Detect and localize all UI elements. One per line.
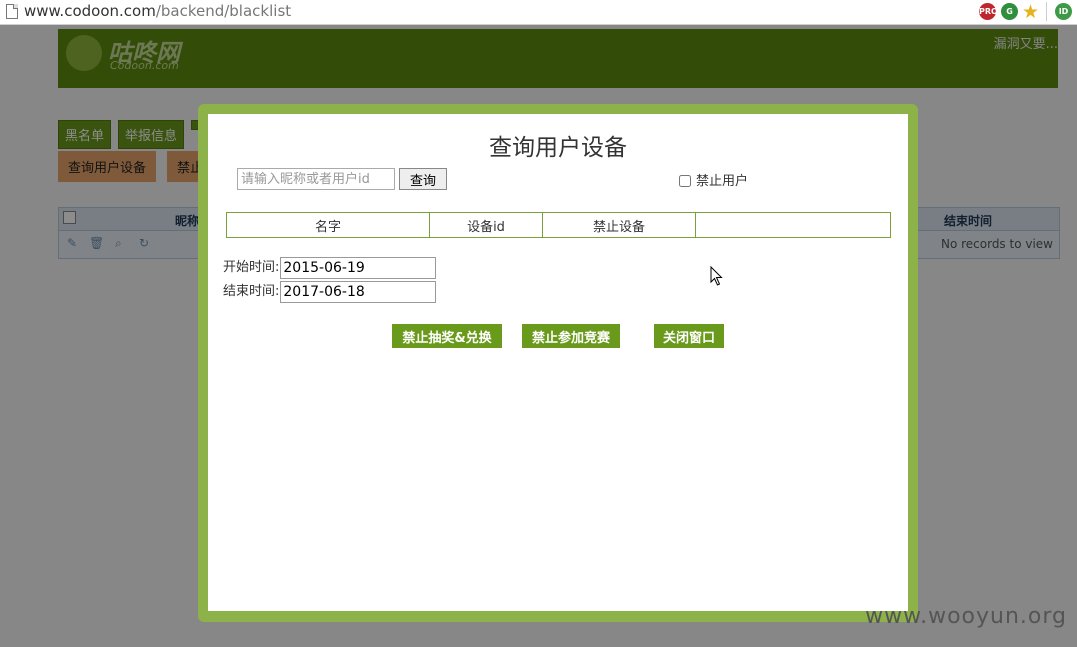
end-time-input[interactable] xyxy=(280,280,437,303)
search-button[interactable]: 查询 xyxy=(399,168,447,190)
device-table: 名字 设备id 禁止设备 xyxy=(226,212,891,238)
end-time-label: 结束时间: xyxy=(223,284,280,299)
ban-competition-button[interactable]: 禁止参加竞赛 xyxy=(522,324,620,348)
id-extension-icon[interactable]: ID xyxy=(1055,3,1072,20)
query-device-modal: 查询用户设备 查询 禁止用户 名字 设备id 禁止设备 开始时间: 结束时间: … xyxy=(208,114,908,611)
page-icon xyxy=(6,4,18,19)
device-table-header: 名字 设备id 禁止设备 xyxy=(226,212,891,238)
toolbar-divider xyxy=(1046,2,1047,21)
watermark-text: www.wooyun.org xyxy=(865,604,1067,629)
col-device-id: 设备id xyxy=(429,212,543,238)
browser-address-bar[interactable]: www.codoon.com/backend/blacklist PRO G ★… xyxy=(0,0,1077,25)
url-path: /backend/blacklist xyxy=(155,2,292,20)
ban-user-checkbox[interactable] xyxy=(679,175,691,187)
start-time-input[interactable] xyxy=(280,256,437,279)
search-input[interactable] xyxy=(237,168,395,190)
ban-user-option[interactable]: 禁止用户 xyxy=(679,170,748,189)
modal-title: 查询用户设备 xyxy=(489,135,627,161)
ban-lottery-button[interactable]: 禁止抽奖&兑换 xyxy=(392,324,502,348)
grammar-extension-icon[interactable]: G xyxy=(1001,3,1018,20)
url-domain: www.codoon.com xyxy=(24,2,156,20)
col-extra xyxy=(695,212,891,238)
ban-user-label: 禁止用户 xyxy=(696,174,749,189)
mouse-cursor-icon xyxy=(710,266,723,286)
bookmark-star-icon[interactable]: ★ xyxy=(1022,1,1039,23)
col-name: 名字 xyxy=(226,212,430,238)
end-time-row: 结束时间: xyxy=(223,280,437,303)
url-text[interactable]: www.codoon.com/backend/blacklist xyxy=(24,2,291,20)
start-time-row: 开始时间: xyxy=(223,256,437,279)
pro-extension-icon[interactable]: PRO xyxy=(979,3,998,20)
close-window-button[interactable]: 关闭窗口 xyxy=(654,324,724,348)
start-time-label: 开始时间: xyxy=(223,260,280,275)
col-ban-device: 禁止设备 xyxy=(542,212,696,238)
